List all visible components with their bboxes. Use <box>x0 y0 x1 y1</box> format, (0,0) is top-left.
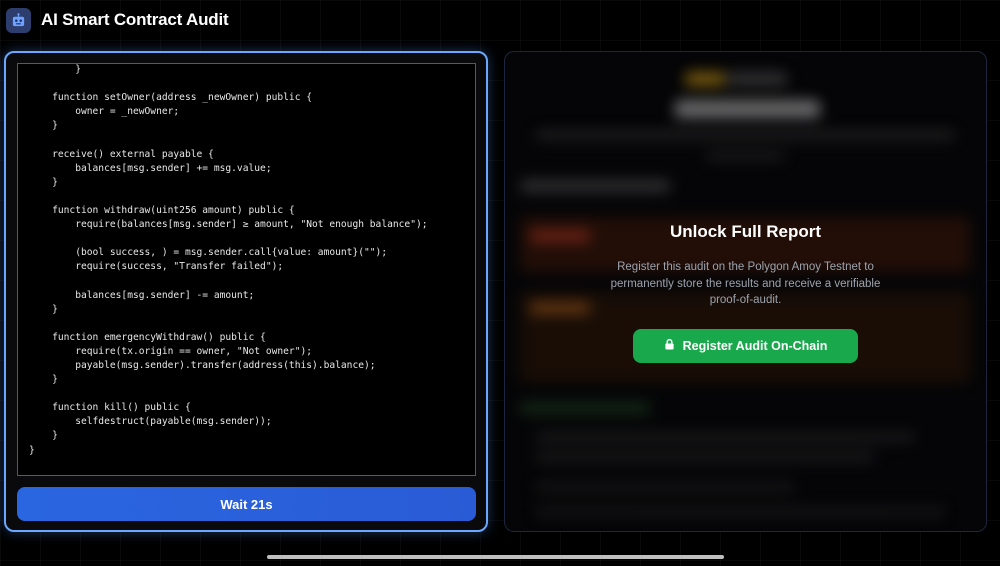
app-title: AI Smart Contract Audit <box>41 10 229 29</box>
code-line: balances[msg.sender] += msg.value; <box>29 162 272 174</box>
code-editor[interactable]: } function setOwner(address _newOwner) p… <box>17 63 476 476</box>
wait-button[interactable]: Wait 21s <box>17 487 476 521</box>
code-line: owner = _newOwner; <box>29 106 180 118</box>
code-line: function kill() public { <box>29 402 191 414</box>
code-line: payable(msg.sender).transfer(address(thi… <box>29 359 376 371</box>
report-panel: Unlock Full Report Register this audit o… <box>504 51 987 532</box>
code-line: (bool success, ) = msg.sender.call{value… <box>29 247 388 259</box>
code-lines: } function setOwner(address _newOwner) p… <box>29 64 475 458</box>
code-line: } <box>29 430 58 442</box>
code-line: } <box>29 303 58 315</box>
register-audit-button[interactable]: Register Audit On-Chain <box>633 328 858 363</box>
unlock-description: Register this audit on the Polygon Amoy … <box>610 261 881 306</box>
unlock-overlay: Unlock Full Report Register this audit o… <box>505 222 986 363</box>
code-line: function emergencyWithdraw() public { <box>29 331 266 343</box>
code-line: balances[msg.sender] -= amount; <box>29 289 255 301</box>
unlock-title: Unlock Full Report <box>669 222 822 241</box>
code-panel: } function setOwner(address _newOwner) p… <box>4 51 488 532</box>
code-line: function setOwner(address _newOwner) pub… <box>29 92 313 104</box>
code-line: function withdraw(uint256 amount) public… <box>29 204 295 216</box>
code-line: } <box>29 176 58 188</box>
code-line: selfdestruct(payable(msg.sender)); <box>29 416 272 428</box>
lock-icon <box>664 338 675 353</box>
register-button-label: Register Audit On-Chain <box>682 338 828 353</box>
horizontal-scrollbar[interactable] <box>267 555 724 559</box>
code-line: require(balances[msg.sender] ≥ amount, "… <box>29 219 428 231</box>
code-line: receive() external payable { <box>29 148 214 160</box>
code-line: require(success, "Transfer failed"); <box>29 261 284 273</box>
code-line: } <box>29 120 58 132</box>
app-header: AI Smart Contract Audit <box>6 7 229 33</box>
code-line: } <box>29 374 58 386</box>
robot-icon <box>6 7 31 33</box>
code-line: } <box>29 444 35 456</box>
code-line: } <box>29 64 81 75</box>
code-line: require(tx.origin == owner, "Not owner")… <box>29 345 313 357</box>
